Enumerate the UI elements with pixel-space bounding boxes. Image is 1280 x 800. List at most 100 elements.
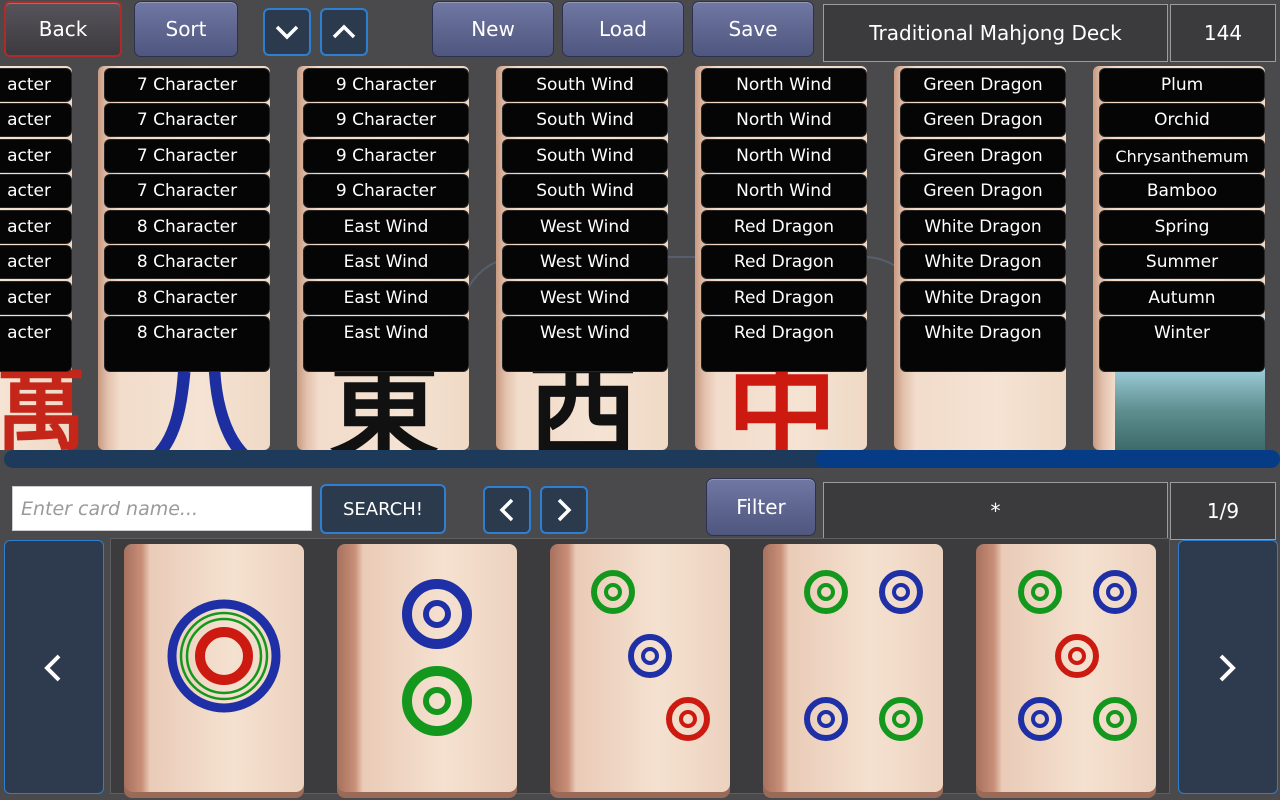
card-label[interactable]: Green Dragon bbox=[900, 68, 1066, 102]
card-label[interactable]: Plum bbox=[1099, 68, 1265, 102]
scrollbar-thumb[interactable] bbox=[816, 450, 1280, 468]
card-label[interactable]: 8 Character bbox=[104, 210, 270, 244]
collapse-button[interactable] bbox=[263, 8, 311, 56]
card-label[interactable]: Bamboo bbox=[1099, 174, 1265, 208]
deck-name-field[interactable]: Traditional Mahjong Deck bbox=[823, 4, 1168, 62]
deck-scrollbar[interactable] bbox=[4, 450, 1280, 468]
save-deck-button[interactable]: Save bbox=[692, 1, 814, 57]
deck-column: 西 South Wind South Wind South Wind South… bbox=[496, 66, 668, 450]
deck-column: 萬 acter acter acter acter acter acter ac… bbox=[0, 66, 86, 450]
circle-dots-icon bbox=[804, 570, 923, 741]
card-label[interactable]: Spring bbox=[1099, 210, 1265, 244]
card-label[interactable]: Red Dragon bbox=[701, 316, 867, 372]
card-label[interactable]: acter bbox=[0, 174, 72, 208]
card-label[interactable]: acter bbox=[0, 316, 72, 372]
deck-column: 中 North Wind North Wind North Wind North… bbox=[695, 66, 867, 450]
card-label[interactable]: Green Dragon bbox=[900, 103, 1066, 137]
card-label[interactable]: acter bbox=[0, 210, 72, 244]
card-label[interactable]: acter bbox=[0, 139, 72, 173]
deck-column: Green Dragon Green Dragon Green Dragon G… bbox=[894, 66, 1066, 450]
card-label[interactable]: South Wind bbox=[502, 103, 668, 137]
card-label[interactable]: West Wind bbox=[502, 245, 668, 279]
card-label[interactable]: North Wind bbox=[701, 174, 867, 208]
tray-card-3-circle[interactable] bbox=[550, 544, 730, 792]
deck-list[interactable]: 萬 acter acter acter acter acter acter ac… bbox=[0, 66, 1280, 450]
card-label[interactable]: Autumn bbox=[1099, 281, 1265, 315]
deck-count: 144 bbox=[1170, 4, 1276, 62]
prev-page-button[interactable] bbox=[483, 486, 531, 534]
card-label[interactable]: White Dragon bbox=[900, 245, 1066, 279]
card-label[interactable]: Winter bbox=[1099, 316, 1265, 372]
card-label[interactable]: West Wind bbox=[502, 210, 668, 244]
card-label[interactable]: White Dragon bbox=[900, 210, 1066, 244]
tray-card-2-circle[interactable] bbox=[337, 544, 517, 792]
card-label[interactable]: North Wind bbox=[701, 103, 867, 137]
filter-value[interactable]: * bbox=[823, 482, 1168, 540]
chevron-up-icon bbox=[332, 24, 356, 39]
card-label[interactable]: Red Dragon bbox=[701, 210, 867, 244]
chevron-left-icon bbox=[499, 498, 514, 522]
card-label[interactable]: South Wind bbox=[502, 139, 668, 173]
card-label[interactable]: 9 Character bbox=[303, 68, 469, 102]
deck-column: 八 7 Character 7 Character 7 Character 7 … bbox=[98, 66, 270, 450]
expand-button[interactable] bbox=[320, 8, 368, 56]
tray-prev-button[interactable] bbox=[4, 540, 104, 794]
card-label[interactable]: East Wind bbox=[303, 210, 469, 244]
card-label[interactable]: 7 Character bbox=[104, 139, 270, 173]
search-button[interactable]: SEARCH! bbox=[320, 484, 446, 534]
deck-column: Plum Orchid Chrysanthemum Bamboo Spring … bbox=[1093, 66, 1265, 450]
card-label[interactable]: 7 Character bbox=[104, 174, 270, 208]
filter-button[interactable]: Filter bbox=[706, 478, 816, 536]
card-label[interactable]: 7 Character bbox=[104, 68, 270, 102]
back-button[interactable]: Back bbox=[4, 1, 122, 57]
chevron-left-icon bbox=[44, 654, 61, 682]
tray-card-4-circle[interactable] bbox=[763, 544, 943, 792]
new-deck-button[interactable]: New bbox=[432, 1, 554, 57]
card-label[interactable]: 8 Character bbox=[104, 281, 270, 315]
deck-column: 東 9 Character 9 Character 9 Character 9 … bbox=[297, 66, 469, 450]
card-label[interactable]: Green Dragon bbox=[900, 174, 1066, 208]
search-input[interactable]: Enter card name... bbox=[12, 486, 312, 531]
circle-dots-icon bbox=[1018, 570, 1137, 741]
card-label[interactable]: Chrysanthemum bbox=[1099, 139, 1265, 173]
card-label[interactable]: White Dragon bbox=[900, 281, 1066, 315]
card-label[interactable]: 8 Character bbox=[104, 245, 270, 279]
card-label[interactable]: 8 Character bbox=[104, 316, 270, 372]
card-label[interactable]: East Wind bbox=[303, 281, 469, 315]
card-label[interactable]: Red Dragon bbox=[701, 245, 867, 279]
chevron-right-icon bbox=[1219, 654, 1236, 682]
card-label[interactable]: acter bbox=[0, 103, 72, 137]
circle-dots-icon bbox=[167, 599, 281, 713]
circle-dots-icon bbox=[591, 570, 710, 741]
chevron-down-icon bbox=[275, 25, 299, 40]
card-label[interactable]: White Dragon bbox=[900, 316, 1066, 372]
tray-next-button[interactable] bbox=[1178, 540, 1278, 794]
card-label[interactable]: South Wind bbox=[502, 68, 668, 102]
tray-card-1-circle[interactable] bbox=[124, 544, 304, 792]
card-label[interactable]: acter bbox=[0, 281, 72, 315]
card-label[interactable]: 7 Character bbox=[104, 103, 270, 137]
card-label[interactable]: 9 Character bbox=[303, 103, 469, 137]
load-deck-button[interactable]: Load bbox=[562, 1, 684, 57]
card-label[interactable]: Green Dragon bbox=[900, 139, 1066, 173]
next-page-button[interactable] bbox=[540, 486, 588, 534]
card-label[interactable]: West Wind bbox=[502, 281, 668, 315]
page-indicator: 1/9 bbox=[1170, 482, 1276, 540]
tray-card-5-circle[interactable] bbox=[976, 544, 1156, 792]
card-label[interactable]: East Wind bbox=[303, 316, 469, 372]
card-label[interactable]: 9 Character bbox=[303, 139, 469, 173]
card-label[interactable]: acter bbox=[0, 245, 72, 279]
card-label[interactable]: South Wind bbox=[502, 174, 668, 208]
card-label[interactable]: 9 Character bbox=[303, 174, 469, 208]
chevron-right-icon bbox=[557, 498, 572, 522]
card-label[interactable]: North Wind bbox=[701, 139, 867, 173]
card-label[interactable]: West Wind bbox=[502, 316, 668, 372]
circle-dots-icon bbox=[402, 579, 472, 736]
card-label[interactable]: North Wind bbox=[701, 68, 867, 102]
card-label[interactable]: Red Dragon bbox=[701, 281, 867, 315]
sort-button[interactable]: Sort bbox=[134, 1, 238, 57]
card-label[interactable]: Orchid bbox=[1099, 103, 1265, 137]
card-label[interactable]: Summer bbox=[1099, 245, 1265, 279]
card-label[interactable]: East Wind bbox=[303, 245, 469, 279]
card-label[interactable]: acter bbox=[0, 68, 72, 102]
